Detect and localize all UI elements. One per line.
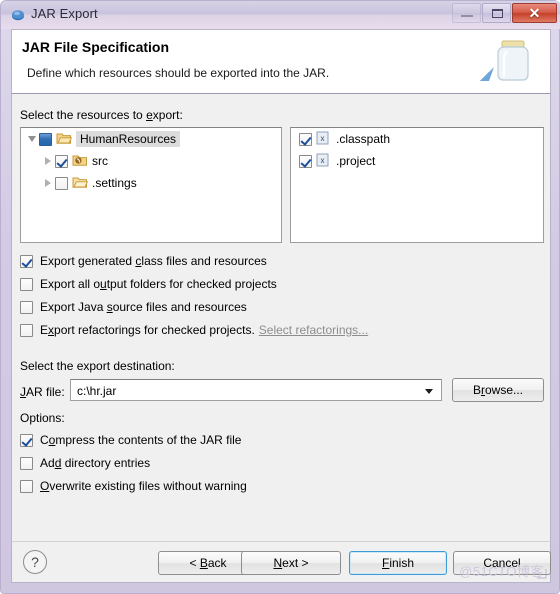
- close-icon: ✕: [528, 4, 541, 21]
- jar-option-2[interactable]: Overwrite existing files without warning: [20, 477, 247, 495]
- file-item-label[interactable]: .project: [336, 154, 375, 168]
- file-item-classpath[interactable]: x .classpath: [291, 128, 543, 150]
- jar-file-label: JAR file:: [20, 385, 65, 399]
- jar-file-combo[interactable]: c:\hr.jar: [70, 379, 442, 401]
- jar-option-label[interactable]: Add directory entries: [40, 456, 150, 470]
- jar-file-value[interactable]: c:\hr.jar: [77, 384, 116, 398]
- select-refactorings-link[interactable]: Select refactorings...: [259, 323, 368, 337]
- page-title: JAR File Specification: [22, 39, 170, 55]
- folder-icon: [72, 175, 89, 192]
- page-subtitle: Define which resources should be exporte…: [27, 66, 330, 80]
- browse-button[interactable]: Br owse...: [452, 378, 544, 402]
- source-folder-icon: [72, 153, 88, 170]
- twisty-collapsed-icon[interactable]: [41, 172, 55, 194]
- chevron-down-icon[interactable]: [425, 389, 433, 394]
- window-controls: ✕: [451, 3, 557, 25]
- next-button[interactable]: Next >: [241, 551, 341, 575]
- export-option-3[interactable]: Export refactorings for checked projects…: [20, 321, 368, 339]
- minimize-icon: [461, 15, 473, 17]
- export-option-0[interactable]: Export generated class files and resourc…: [20, 252, 267, 270]
- jar-option-1[interactable]: Add directory entries: [20, 454, 150, 472]
- tree-item-settings[interactable]: .settings: [21, 172, 281, 194]
- destination-label: Select the export destination:: [20, 359, 175, 373]
- tree-item-label[interactable]: HumanResources: [76, 131, 181, 147]
- xml-file-icon: x: [316, 153, 332, 170]
- project-folder-icon: [56, 131, 73, 148]
- jar-option-checkbox[interactable]: [20, 433, 33, 447]
- svg-text:x: x: [321, 134, 325, 143]
- resources-label: Select the resources to export:: [20, 108, 183, 122]
- jar-option-checkbox[interactable]: [20, 456, 33, 470]
- export-option-label[interactable]: Export refactorings for checked projects…: [40, 323, 255, 337]
- file-checkbox[interactable]: [299, 154, 312, 168]
- wizard-header: JAR File Specification Define which reso…: [11, 29, 551, 94]
- resource-file-list[interactable]: x .classpath x .project: [290, 127, 544, 243]
- svg-text:x: x: [321, 156, 325, 165]
- jar-option-label[interactable]: Overwrite existing files without warning: [40, 479, 247, 493]
- file-item-label[interactable]: .classpath: [336, 132, 390, 146]
- next-button-label: Next >: [273, 556, 309, 570]
- file-checkbox[interactable]: [299, 132, 312, 146]
- tree-checkbox[interactable]: [55, 154, 68, 168]
- export-option-checkbox[interactable]: [20, 254, 33, 268]
- options-label: Options:: [20, 411, 65, 425]
- tree-checkbox[interactable]: [39, 132, 52, 146]
- tree-checkbox[interactable]: [55, 176, 68, 190]
- export-option-1[interactable]: Export all output folders for checked pr…: [20, 275, 277, 293]
- tree-item-src[interactable]: src: [21, 150, 281, 172]
- jar-export-dialog: JAR Export ✕ JAR File Specification Defi…: [0, 0, 560, 594]
- title-bar[interactable]: JAR Export ✕: [1, 1, 560, 29]
- jar-banner-icon: [474, 35, 536, 93]
- export-option-label[interactable]: Export generated class files and resourc…: [40, 254, 267, 268]
- export-option-checkbox[interactable]: [20, 323, 33, 337]
- export-option-checkbox[interactable]: [20, 300, 33, 314]
- tree-item-humanresources[interactable]: HumanResources: [21, 128, 281, 150]
- export-option-checkbox[interactable]: [20, 277, 33, 291]
- help-icon[interactable]: ?: [23, 550, 47, 574]
- close-button[interactable]: ✕: [512, 3, 557, 23]
- twisty-collapsed-icon[interactable]: [41, 150, 55, 172]
- maximize-button[interactable]: [482, 3, 511, 23]
- tree-item-label[interactable]: src: [92, 154, 108, 168]
- twisty-expanded-icon[interactable]: [25, 128, 39, 150]
- export-option-label[interactable]: Export Java source files and resources: [40, 300, 247, 314]
- maximize-icon: [492, 9, 503, 18]
- tree-item-label[interactable]: .settings: [92, 176, 137, 190]
- button-bar: ? < Back Next > Finish Cancel @51CTO博客: [11, 541, 551, 583]
- watermark: @51CTO博客: [459, 564, 544, 579]
- xml-file-icon: x: [316, 131, 332, 148]
- resource-tree[interactable]: HumanResources src .settings: [20, 127, 282, 243]
- wizard-body: Select the resources to export: HumanRes…: [11, 94, 551, 541]
- jar-option-checkbox[interactable]: [20, 479, 33, 493]
- window-title: JAR Export: [31, 6, 98, 21]
- finish-button-label: Finish: [381, 556, 415, 570]
- jar-export-icon: [11, 8, 25, 22]
- resize-grip[interactable]: [535, 567, 547, 579]
- jar-option-label[interactable]: Compress the contents of the JAR file: [40, 433, 241, 447]
- finish-button[interactable]: Finish: [349, 551, 447, 575]
- back-button-label: < Back: [189, 556, 227, 570]
- export-option-label[interactable]: Export all output folders for checked pr…: [40, 277, 277, 291]
- jar-option-0[interactable]: Compress the contents of the JAR file: [20, 431, 241, 449]
- export-option-2[interactable]: Export Java source files and resources: [20, 298, 247, 316]
- file-item-project[interactable]: x .project: [291, 150, 543, 172]
- minimize-button[interactable]: [452, 3, 481, 23]
